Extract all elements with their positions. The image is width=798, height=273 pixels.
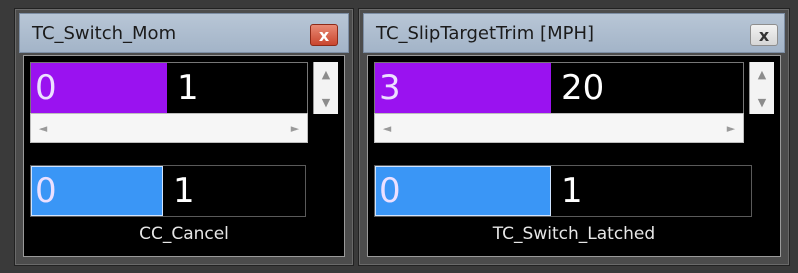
tc-slip-target-trim-window: TC_SlipTargetTrim [MPH] x 3 20 ▲ ▼ ◄ ► 0… [358,8,790,266]
scroll-left-icon[interactable]: ◄ [375,114,399,142]
window-title: TC_SlipTargetTrim [MPH] [376,23,595,44]
window-title: TC_Switch_Mom [32,23,177,44]
value-right: 1 [177,68,199,108]
gauge-panel: 0 1 ▲ ▼ ◄ ► 0 1 CC_Cancel [23,55,345,257]
window-titlebar[interactable]: TC_Switch_Mom x [19,13,349,53]
scroll-right-icon[interactable]: ► [283,114,307,142]
value-fill [375,63,551,113]
close-icon[interactable]: x [750,24,778,46]
value-bar-bottom[interactable]: 0 1 [30,165,306,217]
value-bar-bottom[interactable]: 0 1 [374,165,752,217]
gauge-panel: 3 20 ▲ ▼ ◄ ► 0 1 TC_Switch_Latched [367,55,781,257]
panel-caption: TC_Switch_Latched [492,224,656,244]
value-left: 0 [379,171,401,211]
horizontal-scrollbar[interactable]: ◄ ► [374,113,744,143]
vertical-scrollbar[interactable]: ▲ ▼ [313,62,338,114]
scroll-up-icon[interactable]: ▲ [750,62,774,86]
scroll-left-icon[interactable]: ◄ [31,114,55,142]
horizontal-scrollbar[interactable]: ◄ ► [30,113,308,143]
value-fill [375,166,551,216]
value-bar-top[interactable]: 0 1 [30,62,308,114]
value-right: 20 [561,68,605,108]
window-titlebar[interactable]: TC_SlipTargetTrim [MPH] x [363,13,785,53]
value-right: 1 [561,171,583,211]
value-right: 1 [173,171,195,211]
scroll-down-icon[interactable]: ▼ [750,90,774,114]
scroll-down-icon[interactable]: ▼ [314,90,338,114]
value-left: 0 [35,171,57,211]
value-bar-top[interactable]: 3 20 [374,62,744,114]
close-glyph: x [318,25,330,45]
panel-caption: CC_Cancel [139,224,229,244]
scroll-right-icon[interactable]: ► [719,114,743,142]
vertical-scrollbar[interactable]: ▲ ▼ [749,62,774,114]
scroll-up-icon[interactable]: ▲ [314,62,338,86]
close-icon[interactable]: x [310,24,338,46]
tc-switch-mom-window: TC_Switch_Mom x 0 1 ▲ ▼ ◄ ► 0 1 CC_Cance… [14,8,354,266]
value-left: 3 [379,68,401,108]
value-left: 0 [35,68,57,108]
close-glyph: x [758,25,770,45]
